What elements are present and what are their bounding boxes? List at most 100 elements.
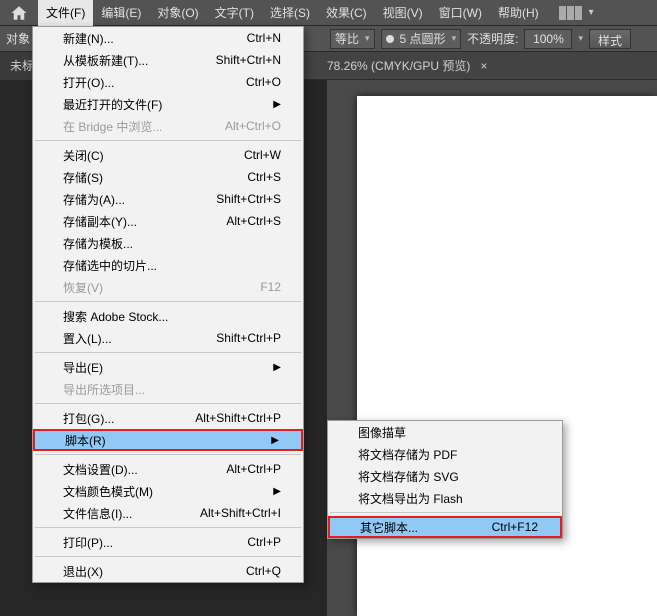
menu-item-shortcut: Shift+Ctrl+P — [216, 331, 281, 345]
file-menu-item-2[interactable]: 打开(O)... Ctrl+O — [33, 71, 303, 93]
file-menu-item-27[interactable]: 打印(P)...Ctrl+P — [33, 531, 303, 553]
submenu-arrow-icon: ▶ — [273, 486, 281, 497]
menubar-item-6[interactable]: 视图(V) — [375, 0, 431, 26]
file-menu-item-15[interactable]: 置入(L)... Shift+Ctrl+P — [33, 327, 303, 349]
menubar-item-0[interactable]: 文件(F) — [38, 0, 93, 26]
file-menu-item-23[interactable]: 文档设置(D)... Alt+Ctrl+P — [33, 458, 303, 480]
menu-item-label: 图像描草 — [358, 424, 406, 441]
menu-item-label: 将文档存储为 SVG — [358, 468, 459, 485]
menu-item-label: 新建(N)... — [63, 30, 114, 47]
menubar-item-7[interactable]: 窗口(W) — [431, 0, 490, 26]
menu-item-shortcut: Alt+Ctrl+O — [225, 119, 281, 133]
menubar-item-4[interactable]: 选择(S) — [262, 0, 318, 26]
chevron-down-icon[interactable]: ▾ — [578, 33, 583, 44]
menu-item-label: 存储选中的切片... — [63, 257, 157, 274]
opacity-label: 不透明度: — [467, 30, 518, 47]
menu-item-shortcut: Shift+Ctrl+S — [216, 192, 281, 206]
file-menu-item-4: 在 Bridge 中浏览... Alt+Ctrl+O — [33, 115, 303, 137]
menu-item-label: 存储为模板... — [63, 235, 133, 252]
menu-item-shortcut: Ctrl+O — [246, 75, 281, 89]
file-menu-item-20[interactable]: 打包(G)...Alt+Shift+Ctrl+P — [33, 407, 303, 429]
scripts-item-5[interactable]: 其它脚本...Ctrl+F12 — [328, 516, 562, 538]
menu-item-label: 存储为(A)... — [63, 191, 125, 208]
submenu-arrow-icon: ▶ — [271, 435, 279, 446]
menu-item-label: 打开(O)... — [63, 74, 114, 91]
file-menu-item-10[interactable]: 存储为模板... — [33, 232, 303, 254]
menu-item-shortcut: Ctrl+N — [247, 31, 281, 45]
menubar: 文件(F)编辑(E)对象(O)文字(T)选择(S)效果(C)视图(V)窗口(W)… — [0, 0, 657, 26]
menu-separator — [35, 352, 301, 353]
menu-item-label: 将文档存储为 PDF — [358, 446, 457, 463]
menubar-item-8[interactable]: 帮助(H) — [490, 0, 547, 26]
menu-item-label: 文件信息(I)... — [63, 505, 132, 522]
menu-item-label: 最近打开的文件(F) — [63, 96, 162, 113]
scripts-submenu: 图像描草将文档存储为 PDF 将文档存储为 SVG 将文档导出为 Flash 其它脚本… — [327, 420, 563, 539]
menu-separator — [35, 527, 301, 528]
submenu-arrow-icon: ▶ — [273, 362, 281, 373]
menu-item-label: 在 Bridge 中浏览... — [63, 118, 162, 135]
scripts-item-0[interactable]: 图像描草 — [328, 421, 562, 443]
menu-separator — [330, 512, 560, 513]
file-menu-item-29[interactable]: 退出(X) Ctrl+Q — [33, 560, 303, 582]
chevron-down-icon[interactable]: ▾ — [589, 7, 594, 18]
menu-item-label: 文档设置(D)... — [63, 461, 138, 478]
file-menu-dropdown: 新建(N)... Ctrl+N 从模板新建(T)... Shift+Ctrl+N 打开(… — [32, 26, 304, 583]
toolbar-label: 对象 — [6, 30, 30, 47]
file-menu-item-14[interactable]: 搜索 Adobe Stock... — [33, 305, 303, 327]
file-menu-item-3[interactable]: 最近打开的文件(F) ▶ — [33, 93, 303, 115]
menu-item-label: 退出(X) — [63, 563, 103, 580]
scripts-item-1[interactable]: 将文档存储为 PDF — [328, 443, 562, 465]
file-menu-item-7[interactable]: 存储(S) Ctrl+S — [33, 166, 303, 188]
menu-item-label: 打包(G)... — [63, 410, 114, 427]
menu-item-label: 搜索 Adobe Stock... — [63, 308, 168, 325]
menu-item-label: 恢复(V) — [63, 279, 103, 296]
menu-item-label: 置入(L)... — [63, 330, 112, 347]
menu-item-shortcut: Ctrl+S — [247, 170, 281, 184]
file-menu-item-0[interactable]: 新建(N)... Ctrl+N — [33, 27, 303, 49]
menu-item-label: 脚本(R) — [65, 432, 106, 449]
document-tab-active[interactable]: 78.26% (CMYK/GPU 预览) × — [327, 52, 487, 80]
file-menu-item-11[interactable]: 存储选中的切片... — [33, 254, 303, 276]
file-menu-item-6[interactable]: 关闭(C)Ctrl+W — [33, 144, 303, 166]
submenu-arrow-icon: ▶ — [273, 99, 281, 110]
file-menu-item-1[interactable]: 从模板新建(T)... Shift+Ctrl+N — [33, 49, 303, 71]
menu-item-shortcut: Ctrl+F12 — [492, 520, 538, 534]
close-icon[interactable]: × — [480, 59, 487, 73]
menu-item-shortcut: Shift+Ctrl+N — [216, 53, 281, 67]
layout-selector-icon[interactable] — [559, 6, 585, 20]
menu-separator — [35, 301, 301, 302]
menu-item-label: 存储(S) — [63, 169, 103, 186]
menu-separator — [35, 403, 301, 404]
scale-mode-select[interactable]: 等比▾ — [330, 29, 375, 49]
file-menu-item-17[interactable]: 导出(E) ▶ — [33, 356, 303, 378]
opacity-input[interactable]: 100% — [524, 29, 572, 49]
file-menu-item-8[interactable]: 存储为(A)... Shift+Ctrl+S — [33, 188, 303, 210]
menu-item-shortcut: Alt+Shift+Ctrl+I — [200, 506, 281, 520]
menu-item-shortcut: Ctrl+Q — [246, 564, 281, 578]
menu-item-label: 存储副本(Y)... — [63, 213, 137, 230]
menubar-item-5[interactable]: 效果(C) — [318, 0, 375, 26]
menu-item-label: 关闭(C) — [63, 147, 104, 164]
file-menu-item-24[interactable]: 文档颜色模式(M)▶ — [33, 480, 303, 502]
menubar-item-2[interactable]: 对象(O) — [149, 0, 206, 26]
menu-item-shortcut: Alt+Ctrl+P — [226, 462, 281, 476]
style-button[interactable]: 样式 — [589, 29, 631, 49]
file-menu-item-25[interactable]: 文件信息(I)... Alt+Shift+Ctrl+I — [33, 502, 303, 524]
scripts-item-2[interactable]: 将文档存储为 SVG — [328, 465, 562, 487]
file-menu-item-9[interactable]: 存储副本(Y)... Alt+Ctrl+S — [33, 210, 303, 232]
menu-item-label: 从模板新建(T)... — [63, 52, 148, 69]
file-menu-item-12: 恢复(V)F12 — [33, 276, 303, 298]
menu-item-label: 将文档导出为 Flash — [358, 490, 463, 507]
file-menu-item-18: 导出所选项目... — [33, 378, 303, 400]
menu-item-label: 导出所选项目... — [63, 381, 145, 398]
menubar-item-1[interactable]: 编辑(E) — [93, 0, 149, 26]
stroke-profile-select[interactable]: 5 点圆形▾ — [381, 29, 462, 49]
file-menu-item-21[interactable]: 脚本(R) ▶ — [33, 429, 303, 451]
menubar-item-3[interactable]: 文字(T) — [207, 0, 262, 26]
menu-item-label: 导出(E) — [63, 359, 103, 376]
menu-item-shortcut: Alt+Ctrl+S — [226, 214, 281, 228]
menu-separator — [35, 140, 301, 141]
scripts-item-3[interactable]: 将文档导出为 Flash — [328, 487, 562, 509]
home-icon[interactable] — [10, 4, 28, 22]
menu-separator — [35, 454, 301, 455]
